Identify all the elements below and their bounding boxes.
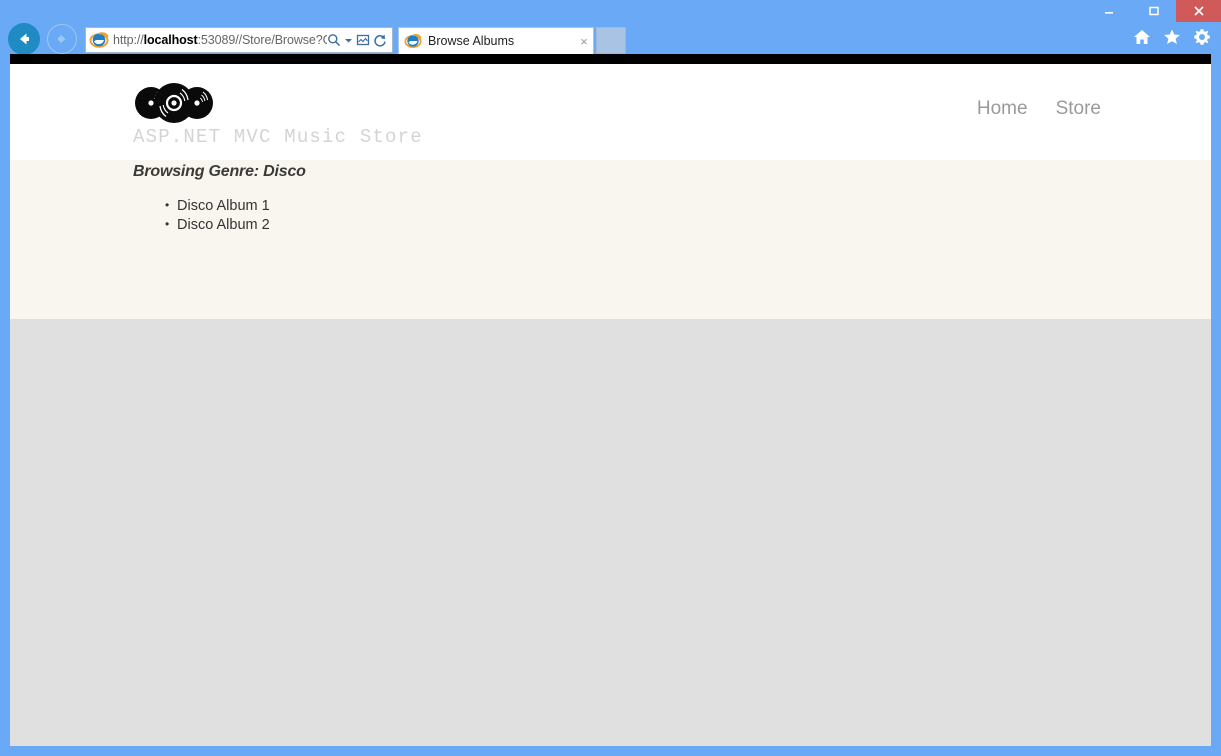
address-bar-icons bbox=[327, 33, 392, 48]
forward-arrow-icon bbox=[58, 34, 66, 44]
address-text: http://localhost:53089//Store/Browse?Ge bbox=[109, 33, 327, 47]
minimize-button[interactable] bbox=[1086, 0, 1131, 22]
chevron-down-icon[interactable] bbox=[344, 36, 353, 45]
site-logo[interactable]: ASP.NET MVC Music Store bbox=[133, 82, 423, 148]
list-item: Disco Album 1 bbox=[165, 196, 306, 216]
close-button[interactable] bbox=[1176, 0, 1221, 22]
compatibility-view-icon[interactable] bbox=[356, 33, 370, 47]
list-item: Disco Album 2 bbox=[165, 215, 306, 235]
main-navigation: Home Store bbox=[977, 98, 1101, 120]
content-band: Browsing Genre: Disco Disco Album 1 Disc… bbox=[10, 160, 1211, 319]
star-icon[interactable] bbox=[1163, 28, 1181, 46]
navigation-buttons bbox=[8, 23, 77, 55]
search-icon[interactable] bbox=[327, 33, 341, 47]
nav-link-home[interactable]: Home bbox=[977, 98, 1028, 120]
browser-tab[interactable]: Browse Albums × bbox=[398, 27, 594, 54]
tab-close-icon[interactable]: × bbox=[575, 34, 593, 49]
site-top-black-bar bbox=[10, 54, 1211, 64]
address-bar[interactable]: http://localhost:53089//Store/Browse?Ge bbox=[85, 27, 393, 53]
back-button[interactable] bbox=[8, 23, 40, 55]
tab-title: Browse Albums bbox=[428, 34, 515, 48]
home-icon[interactable] bbox=[1133, 28, 1151, 46]
url-host: localhost bbox=[143, 33, 198, 47]
tab-internet-explorer-icon bbox=[404, 34, 422, 48]
page-body-background bbox=[10, 319, 1211, 746]
close-icon bbox=[1193, 6, 1204, 16]
command-bar-icons bbox=[1133, 28, 1211, 46]
site-logo-caption: ASP.NET MVC Music Store bbox=[133, 126, 423, 148]
refresh-icon[interactable] bbox=[373, 33, 387, 48]
url-prefix: http:// bbox=[113, 33, 144, 47]
title-bar: http://localhost:53089//Store/Browse?Ge bbox=[0, 0, 1221, 55]
page-title: Browsing Genre: Disco bbox=[133, 163, 306, 180]
vinyl-records-icon bbox=[135, 83, 213, 123]
back-arrow-icon bbox=[20, 33, 29, 45]
maximize-button[interactable] bbox=[1131, 0, 1176, 22]
maximize-icon bbox=[1148, 6, 1159, 16]
new-tab-button[interactable] bbox=[596, 27, 626, 54]
gear-icon[interactable] bbox=[1193, 28, 1211, 46]
browser-window: http://localhost:53089//Store/Browse?Ge bbox=[0, 0, 1221, 756]
album-list: Disco Album 1 Disco Album 2 bbox=[133, 196, 306, 235]
internet-explorer-icon bbox=[89, 32, 109, 48]
content-inner: Browsing Genre: Disco Disco Album 1 Disc… bbox=[133, 160, 306, 234]
page-viewport: ASP.NET MVC Music Store Home Store Brows… bbox=[10, 54, 1211, 746]
site-header: ASP.NET MVC Music Store Home Store bbox=[10, 64, 1211, 160]
minimize-icon bbox=[1104, 12, 1113, 14]
forward-button[interactable] bbox=[47, 24, 77, 54]
url-rest: :53089//Store/Browse?Ge bbox=[197, 33, 327, 47]
nav-link-store[interactable]: Store bbox=[1056, 98, 1101, 120]
window-controls bbox=[1086, 0, 1221, 22]
